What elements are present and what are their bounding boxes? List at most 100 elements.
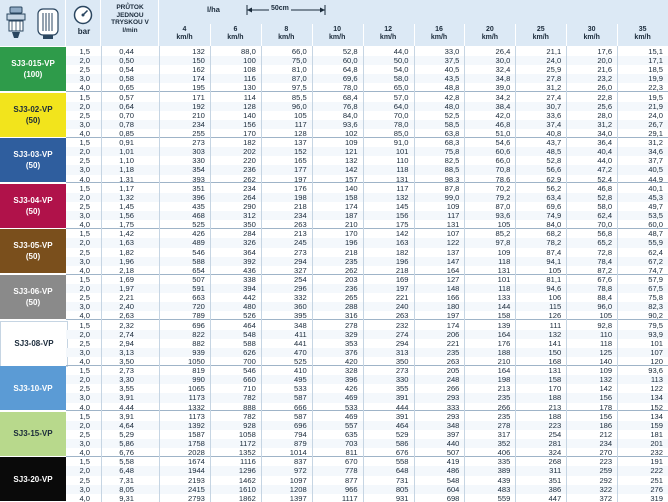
rate-cell: 40,4 (597, 147, 613, 157)
rate-cell: 156 (599, 411, 613, 421)
nozzle-label-line: (50) (25, 252, 41, 262)
rate-cell: 156 (243, 119, 256, 129)
rate-cell: 24,0 (648, 110, 663, 120)
rate-cell: 254 (294, 275, 307, 284)
rate-cell: 203 (344, 275, 358, 284)
nozzle-label: SJ3-015-VP (100) (0, 47, 66, 91)
flow-cell: 6,48 (119, 466, 134, 476)
rate-cell: 464 (395, 420, 409, 430)
rate-cell: 303 (192, 147, 205, 157)
flow-cell: 2,32 (119, 320, 134, 330)
rate-cell: 137 (294, 138, 307, 148)
rate-cell: 46,8 (495, 119, 511, 129)
rate-cell: 221 (446, 338, 460, 348)
rate-cell: 47,2 (597, 165, 613, 175)
column-divider (209, 46, 211, 502)
rate-cell: 169 (395, 275, 409, 284)
rate-cell: 587 (294, 411, 307, 421)
rate-cell: 164 (497, 366, 511, 376)
rate-cell: 182 (395, 247, 409, 257)
flow-cell: 0,70 (119, 110, 134, 120)
rate-cell: 1208 (289, 484, 307, 494)
rate-cell: 221 (395, 293, 409, 303)
table-row: 2,5 1,10 330 220 165 132 110 82,5 66,0 52,8 44,0 37… (66, 156, 668, 165)
speed-header-cell: 6 km/h (210, 26, 261, 42)
rate-cell: 192 (192, 101, 205, 111)
rate-cell: 588 (243, 338, 256, 348)
speed-value: 6 (233, 26, 238, 33)
column-divider (362, 46, 364, 502)
rate-cell: 114 (243, 92, 256, 102)
pressure-cell: 1,5 (79, 47, 90, 56)
rate-cell: 805 (395, 484, 409, 494)
rate-cell: 37,7 (648, 156, 663, 166)
rate-cell: 313 (395, 347, 409, 357)
pressure-unit-label: bar (77, 27, 91, 36)
rate-cell: 64,0 (393, 101, 409, 111)
rate-cell: 21,6 (597, 65, 613, 75)
flow-cell: 0,50 (119, 56, 134, 66)
rate-cell: 34,8 (495, 74, 511, 84)
rate-cell: 1610 (238, 484, 256, 494)
speed-unit: km/h (481, 34, 499, 41)
nozzle-spacing-label: 50cm (269, 5, 291, 12)
column-divider (413, 46, 415, 502)
rate-cell: 223 (548, 420, 562, 430)
rate-cell: 55,9 (648, 238, 663, 248)
pressure-cell: 3,0 (79, 484, 90, 494)
rate-cell: 92,8 (597, 320, 613, 330)
rate-cell: 57,0 (393, 92, 409, 102)
rate-cell: 56,6 (546, 165, 562, 175)
rate-cell: 132 (395, 192, 409, 202)
rate-cell: 1097 (289, 475, 307, 485)
flow-cell: 1,32 (119, 192, 134, 202)
pressure-cell: 3,0 (79, 302, 90, 312)
rate-cell: 137 (446, 247, 460, 257)
nozzle-label-line: SJ3-015-VP (11, 59, 55, 68)
rate-cell: 17,1 (648, 56, 663, 66)
rate-cell: 928 (243, 420, 256, 430)
rate-cell: 87,8 (444, 183, 460, 193)
rate-cell: 122 (446, 238, 460, 248)
pressure-cell: 2,0 (79, 56, 90, 66)
table-row: 3,0 0,58 174 116 87,0 69,6 58,0 43,5 34,8 27,8 23,… (66, 74, 668, 84)
rate-cell: 31,2 (648, 138, 663, 148)
column-divider (311, 46, 313, 502)
pressure-cell: 2,0 (79, 147, 90, 157)
rate-cell: 819 (192, 366, 205, 376)
table-row: 3,0 0,78 234 156 117 93,6 78,0 58,5 46,8 37,4 31,2… (66, 119, 668, 130)
rate-cell: 70,2 (495, 183, 511, 193)
rate-cell: 33,0 (444, 47, 460, 56)
pressure-cell: 3,0 (79, 74, 90, 84)
table-row: 2,0 6,48 1944 1296 972 778 648 486 389 311 259 222 (66, 466, 668, 476)
rate-cell: 108 (243, 65, 256, 75)
table-row: 2,0 1,63 489 326 245 196 163 122 97,8 78,2 65,2 55,… (66, 238, 668, 248)
table-row: 2,5 5,29 1587 1058 794 635 529 397 317 254 212 181 (66, 430, 668, 439)
rate-cell: 65,2 (597, 238, 613, 248)
table-row: 3,0 5,86 1758 1172 879 703 586 440 352 281 234 201 (66, 439, 668, 449)
rate-cell: 21,1 (546, 47, 562, 56)
flow-cell: 0,44 (119, 47, 134, 56)
rate-cell: 322 (599, 484, 613, 494)
pressure-cell: 3,0 (79, 165, 90, 175)
pressure-cell: 1,5 (79, 457, 90, 467)
pressure-cell: 3,0 (79, 119, 90, 129)
rate-cell: 158 (548, 375, 562, 385)
pressure-cell: 2,5 (79, 293, 90, 303)
rate-cell: 251 (650, 475, 663, 485)
rate-cell: 118 (498, 256, 511, 266)
rate-cell: 56,2 (546, 183, 562, 193)
rate-cell: 201 (650, 439, 663, 449)
nozzle-label: SJ3-02-VP (50) (0, 92, 66, 137)
flow-cell: 1,17 (119, 183, 134, 193)
table-row: 2,0 4,64 1392 928 696 557 464 348 278 223 186 159 (66, 420, 668, 431)
pressure-cell: 1,5 (79, 366, 90, 376)
pressure-cell: 2,5 (79, 475, 90, 485)
rate-cell: 273 (395, 366, 409, 376)
rate-cell: 132 (192, 47, 205, 56)
rate-cell: 558 (395, 457, 409, 467)
rate-cell: 18,5 (648, 65, 663, 75)
rate-cell: 101 (395, 147, 409, 157)
speed-header-cell: 20 km/h (464, 26, 515, 42)
flow-rate-label: PRŮTOK JEDNOU TRYSKOU V l/min (101, 4, 159, 34)
